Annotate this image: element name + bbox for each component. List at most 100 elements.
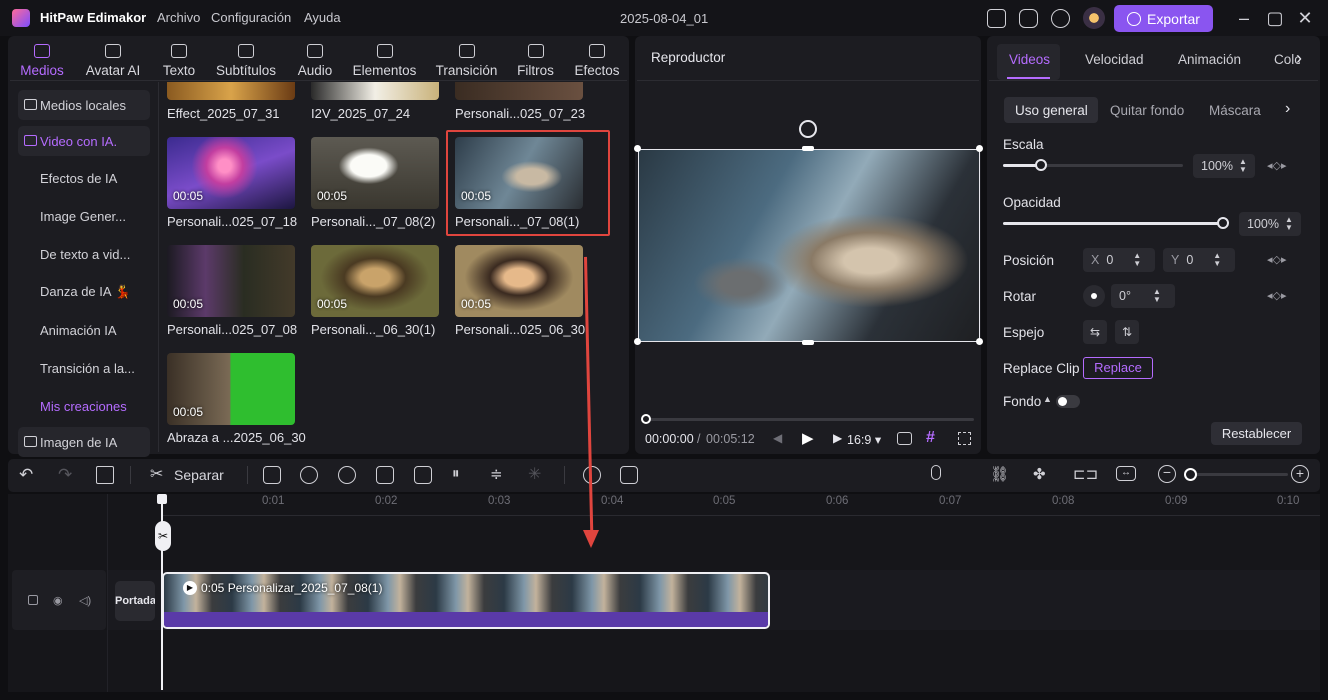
track-visibility-icon[interactable]: ◉ [53, 594, 63, 607]
fullscreen-icon[interactable] [958, 432, 971, 445]
subtab-mascara[interactable]: Máscara [1209, 103, 1261, 118]
grid-icon[interactable]: # [926, 429, 935, 447]
crop-icon[interactable] [376, 466, 394, 484]
resize-icon[interactable] [414, 466, 432, 484]
avatar[interactable] [1083, 7, 1105, 29]
play-icon[interactable]: ▶ [802, 429, 814, 447]
sidebar-item-danza-ia[interactable]: Danza de IA 💃 [18, 277, 150, 307]
resize-handle[interactable] [976, 145, 983, 152]
sidebar-item-transicion[interactable]: Transición a la... [18, 353, 150, 383]
zoom-in-icon[interactable]: + [1291, 465, 1309, 483]
sidebar-item-imagen-ia[interactable]: Imagen de IA [18, 427, 150, 457]
cover-button[interactable]: Portada [115, 581, 155, 621]
time-ruler[interactable] [162, 494, 1320, 516]
resize-handle[interactable] [802, 146, 814, 151]
media-thumb[interactable]: 00:05 [311, 137, 439, 209]
opacidad-slider[interactable] [1003, 222, 1225, 225]
menu-configuracion[interactable]: Configuración [211, 10, 291, 25]
tab-subtitulos[interactable]: Subtítulos [214, 38, 278, 78]
undo-icon[interactable]: ↶ [19, 465, 33, 485]
media-thumb[interactable]: 00:05 [455, 245, 583, 317]
keyframe-icon[interactable]: ◂◇▸ [1267, 253, 1287, 266]
playhead-handle[interactable] [157, 494, 167, 504]
menu-archivo[interactable]: Archivo [157, 10, 200, 25]
maximize-icon[interactable]: ▢ [1265, 8, 1285, 28]
reset-button[interactable]: Restablecer [1211, 422, 1302, 445]
tab-audio[interactable]: Audio [296, 38, 334, 78]
fit-icon[interactable]: ↔ [1116, 466, 1136, 481]
posicion-x-input[interactable]: X 0 ▲ ▼ [1083, 248, 1155, 272]
media-thumb[interactable]: 00:05 [167, 137, 295, 209]
chevron-right-icon[interactable]: › [1285, 100, 1290, 118]
opacidad-input[interactable]: 100% ▲ ▼ [1239, 212, 1301, 236]
rotar-input[interactable]: 0° ▲ ▼ [1111, 284, 1175, 308]
tab-animacion[interactable]: Animación [1178, 52, 1241, 67]
posicion-y-input[interactable]: Y 0 ▲ ▼ [1163, 248, 1235, 272]
subtab-quitar-fondo[interactable]: Quitar fondo [1110, 103, 1184, 118]
subtitle-tool-icon[interactable] [263, 466, 281, 484]
video-preview[interactable] [638, 149, 980, 342]
tab-videos[interactable]: Videos [1009, 52, 1050, 67]
ai-split-icon[interactable]: ✤ [1033, 465, 1046, 483]
link-icon[interactable]: ⛓ [990, 465, 1009, 483]
media-thumb[interactable]: 00:05 [311, 245, 439, 317]
sidebar-item-video-ia[interactable]: Video con IA. [18, 126, 150, 156]
stepper-icon[interactable]: ▲ ▼ [1133, 252, 1141, 268]
video-clip[interactable]: ▶ 0:05 Personalizar_2025_07_08(1) [162, 572, 770, 629]
media-thumb-partial[interactable] [455, 82, 583, 100]
stepper-icon[interactable]: ▲ ▼ [1239, 158, 1247, 174]
rotate-dial[interactable] [1083, 285, 1105, 307]
freeze-icon[interactable]: ✳ [528, 464, 541, 484]
sidebar-item-animacion-ia[interactable]: Animación IA [18, 315, 150, 345]
media-thumb[interactable]: 00:05 [455, 137, 583, 209]
prev-frame-icon[interactable]: ◀ [773, 431, 782, 445]
media-thumb[interactable]: 00:05 [167, 353, 295, 425]
playhead-split-icon[interactable]: ✂ [155, 521, 171, 551]
tab-filtros[interactable]: Filtros [516, 38, 555, 78]
resize-handle[interactable] [976, 338, 983, 345]
stepper-icon[interactable]: ▲ ▼ [1153, 288, 1161, 304]
download-icon[interactable] [1051, 9, 1070, 28]
microphone-icon[interactable] [931, 465, 941, 480]
next-frame-icon[interactable]: ▶ [833, 431, 842, 445]
tab-elementos[interactable]: Elementos [352, 38, 417, 78]
stepper-icon[interactable]: ▲ ▼ [1213, 252, 1221, 268]
tab-velocidad[interactable]: Velocidad [1085, 52, 1144, 67]
layout-icon[interactable] [987, 9, 1006, 28]
escala-input[interactable]: 100% ▲ ▼ [1193, 154, 1255, 178]
sidebar-item-texto-video[interactable]: De texto a vid... [18, 239, 150, 269]
zoom-slider-knob[interactable] [1184, 468, 1197, 481]
track-audio-icon[interactable]: ◁) [79, 594, 91, 607]
sidebar-item-efectos-ia[interactable]: Efectos de IA [18, 163, 150, 193]
align-icon[interactable]: ≑ [490, 465, 503, 483]
fondo-toggle[interactable] [1056, 395, 1080, 408]
tab-transicion[interactable]: Transición [435, 38, 498, 78]
rotate-handle-icon[interactable] [799, 120, 817, 138]
escala-slider-knob[interactable] [1035, 159, 1047, 171]
sidebar-item-mis-creaciones[interactable]: Mis creaciones [18, 391, 150, 421]
camera-icon[interactable] [897, 432, 912, 445]
speed-icon[interactable] [338, 466, 356, 484]
zoom-out-icon[interactable]: − [1158, 465, 1176, 483]
export-clip-icon[interactable] [620, 466, 638, 484]
flip-vertical-icon[interactable]: ⇅ [1115, 320, 1139, 344]
redo-icon[interactable]: ↷ [58, 465, 72, 485]
tab-avatar-ai[interactable]: Avatar AI [84, 38, 142, 78]
chevron-right-icon[interactable]: › [1296, 48, 1302, 69]
export-button[interactable]: Exportar [1114, 5, 1213, 32]
scissors-icon[interactable]: ✂ [150, 464, 163, 484]
tab-medios[interactable]: Medios [18, 38, 66, 78]
resize-handle[interactable] [634, 338, 641, 345]
subtab-uso-general[interactable]: Uso general [1015, 103, 1088, 118]
flip-horizontal-icon[interactable]: ⇆ [1083, 320, 1107, 344]
aspect-ratio-select[interactable]: 16:9 ▾ [847, 432, 881, 447]
tab-texto[interactable]: Texto [161, 38, 197, 78]
media-thumb-partial[interactable] [311, 82, 439, 100]
mirror-icon[interactable]: ⏸ [452, 465, 460, 482]
minimize-icon[interactable]: – [1234, 8, 1254, 28]
replace-button[interactable]: Replace [1083, 357, 1153, 379]
chevron-up-icon[interactable]: ▲ [1043, 394, 1052, 404]
split-label[interactable]: Separar [174, 467, 224, 483]
media-thumb[interactable]: 00:05 [167, 245, 295, 317]
media-thumb-partial[interactable] [167, 82, 295, 100]
